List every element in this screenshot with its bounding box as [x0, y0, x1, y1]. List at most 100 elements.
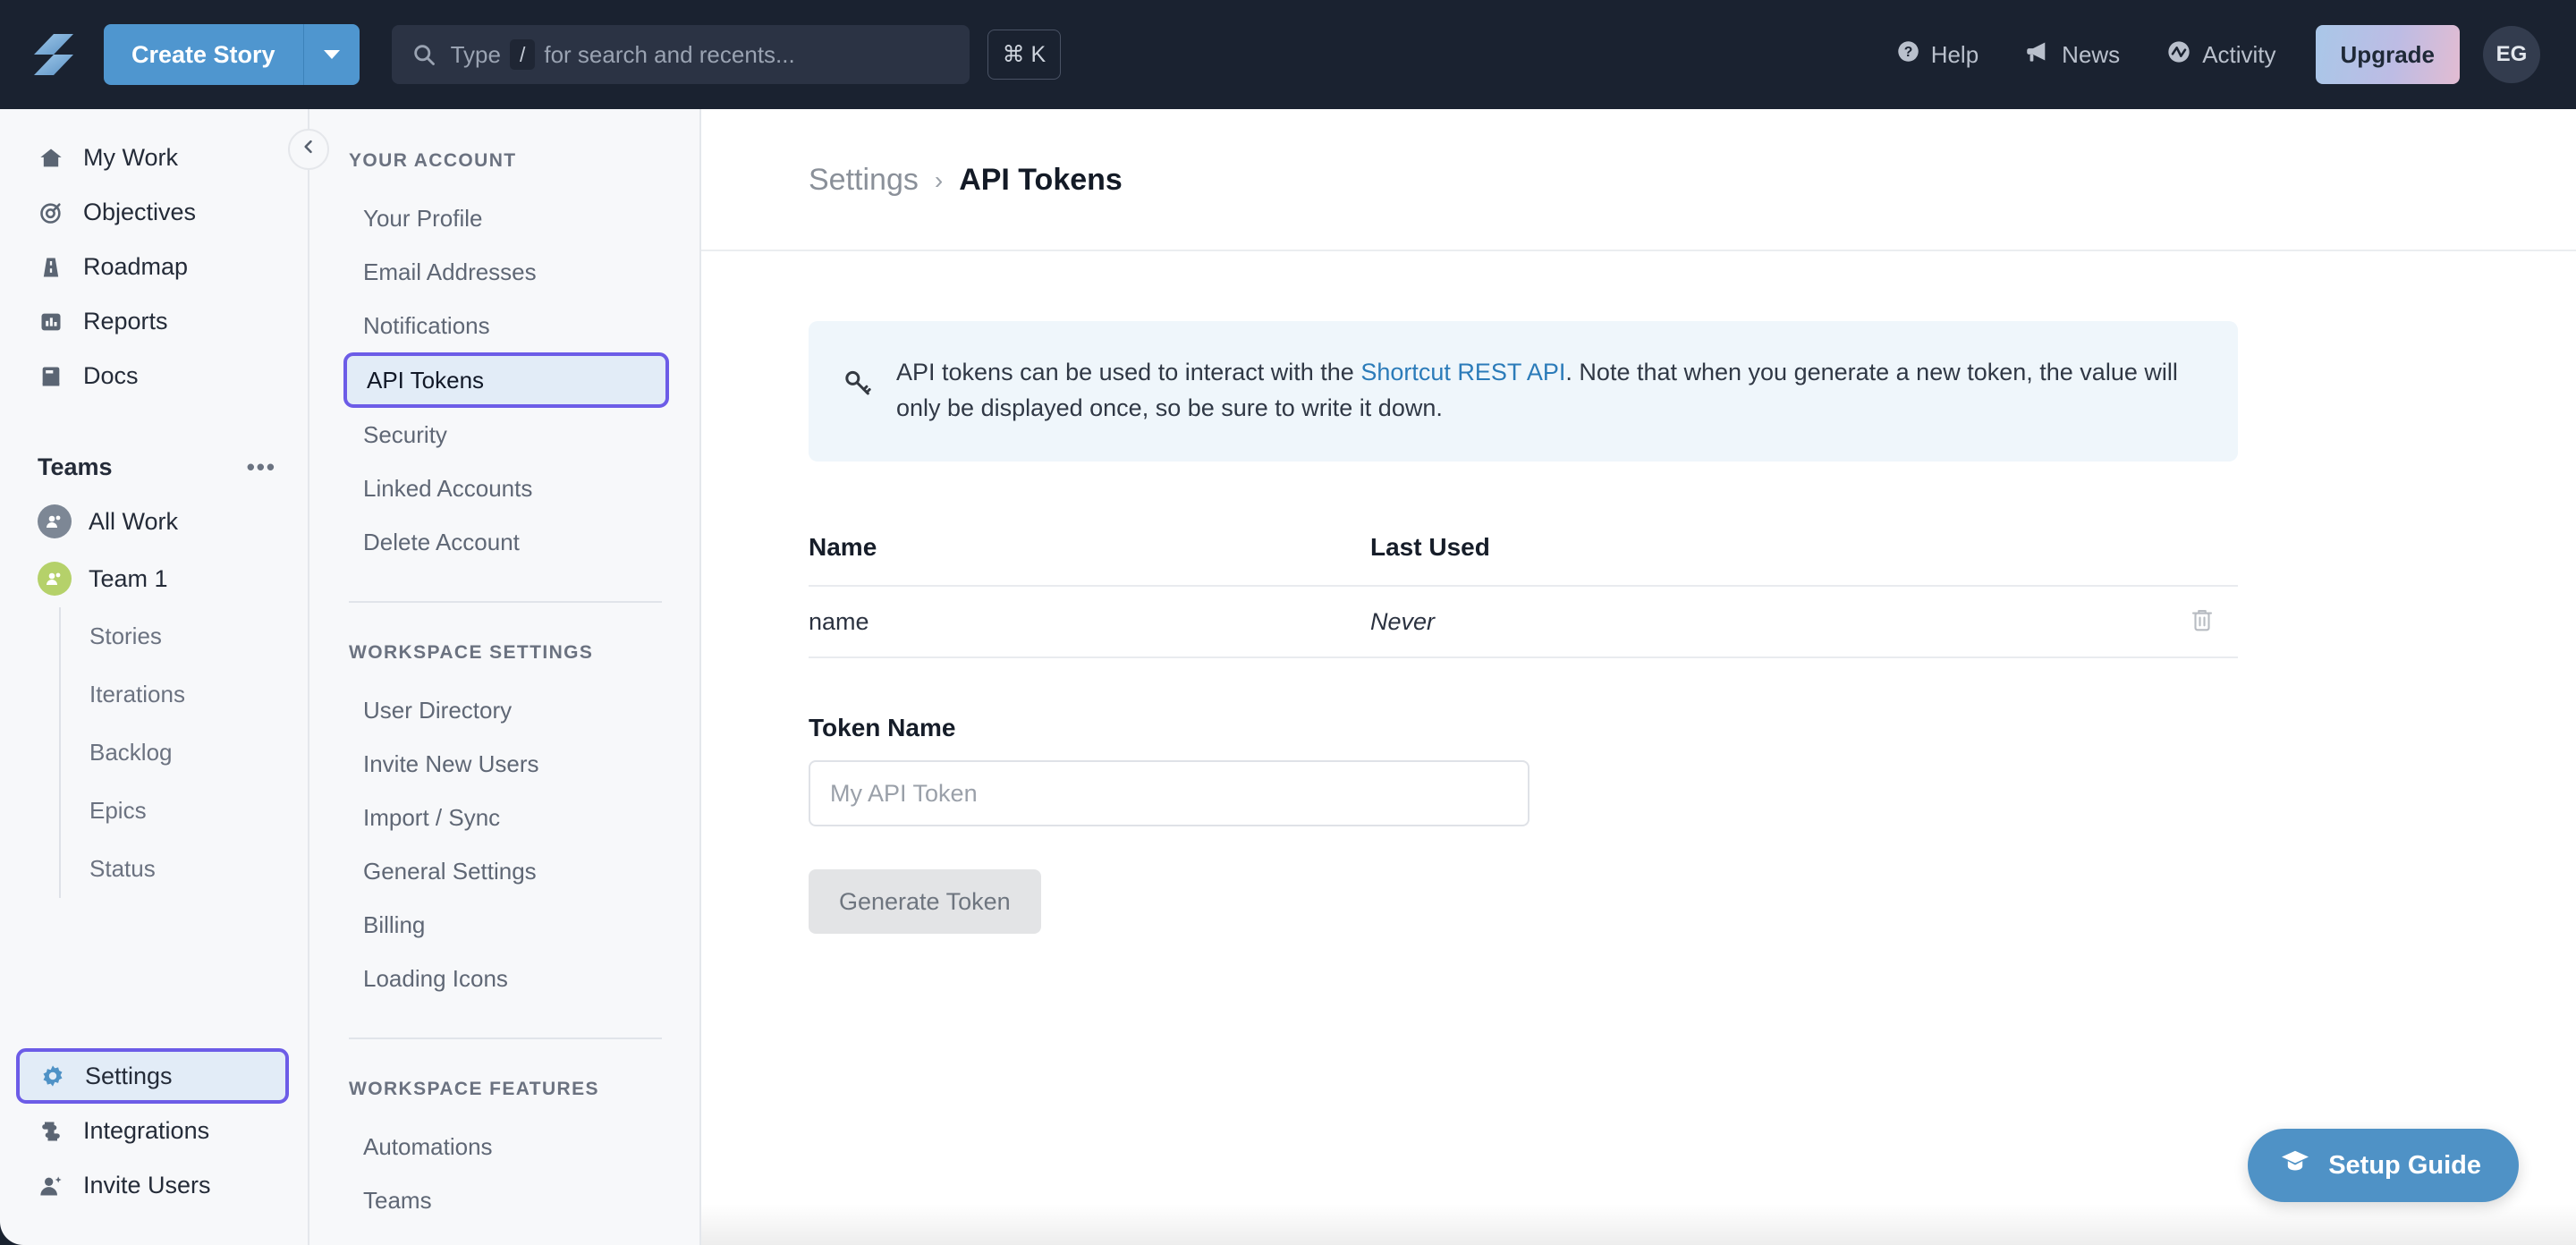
delete-token-button[interactable]: [2166, 606, 2238, 638]
upgrade-label: Upgrade: [2340, 40, 2435, 68]
settings-group-heading: WORKSPACE FEATURES: [349, 1079, 599, 1099]
upgrade-button[interactable]: Upgrade: [2315, 25, 2460, 84]
search-shortcut-badge[interactable]: ⌘ K: [987, 30, 1062, 80]
settings-item-invite-new-users[interactable]: Invite New Users: [309, 737, 701, 791]
sidebar-item-stories[interactable]: Stories: [61, 607, 309, 665]
sidebar-bottom-group: Settings Integrations Invite Users: [0, 1048, 309, 1213]
settings-item-labels[interactable]: Labels: [309, 1227, 701, 1245]
settings-group-heading: WORKSPACE SETTINGS: [349, 642, 594, 663]
sidebar-team-team-1[interactable]: Team 1: [0, 550, 309, 607]
activity-button[interactable]: Activity: [2143, 28, 2299, 81]
token-name-label: Token Name: [809, 714, 956, 742]
chevron-left-icon: [300, 137, 318, 162]
shortcut-logo-icon[interactable]: [30, 30, 77, 79]
create-story-label: Create Story: [131, 40, 275, 68]
teams-heading: Teams: [38, 453, 113, 480]
megaphone-icon: [2025, 39, 2051, 70]
help-circle-icon: ?: [1896, 39, 1920, 70]
generate-token-button[interactable]: Generate Token: [809, 869, 1041, 935]
search-placeholder: Type / for search and recents...: [451, 38, 795, 71]
info-banner-text: API tokens can be used to interact with …: [896, 355, 2199, 426]
sidebar-item-epics[interactable]: Epics: [61, 782, 309, 840]
target-icon: [38, 200, 64, 225]
main-content: Settings › API Tokens API tokens can be …: [701, 109, 2576, 1245]
search-suffix: for search and recents...: [544, 40, 795, 68]
banner-text-before: API tokens can be used to interact with …: [896, 359, 1361, 385]
sidebar-team-all-work[interactable]: All Work: [0, 493, 309, 550]
settings-item-billing[interactable]: Billing: [309, 898, 701, 952]
help-button[interactable]: ? Help: [1873, 28, 2002, 81]
search-input[interactable]: Type / for search and recents...: [391, 25, 970, 84]
sidebar-item-integrations[interactable]: Integrations: [0, 1104, 309, 1158]
settings-item-label: Automations: [363, 1132, 493, 1160]
sidebar-collapse-button[interactable]: [288, 129, 329, 170]
sidebar-item-label: Settings: [85, 1062, 173, 1089]
settings-item-label: Billing: [363, 910, 426, 938]
header-divider: [701, 250, 2576, 251]
sidebar-item-iterations[interactable]: Iterations: [61, 665, 309, 724]
team-avatar-icon: [38, 504, 72, 538]
create-story-dropdown-button[interactable]: [303, 24, 360, 85]
sidebar-item-invite-users[interactable]: Invite Users: [0, 1158, 309, 1213]
sidebar-item-docs[interactable]: Docs: [0, 349, 309, 403]
shortcut-rest-api-link[interactable]: Shortcut REST API: [1360, 359, 1565, 385]
person-add-icon: [38, 1173, 64, 1198]
settings-item-label: Your Profile: [363, 204, 483, 232]
settings-item-notifications[interactable]: Notifications: [309, 299, 701, 352]
breadcrumb-separator-icon: ›: [934, 165, 944, 194]
key-icon: [843, 355, 873, 402]
sidebar-item-objectives[interactable]: Objectives: [0, 185, 309, 240]
trash-icon: [2189, 606, 2216, 638]
settings-item-automations[interactable]: Automations: [309, 1120, 701, 1173]
settings-item-security[interactable]: Security: [309, 408, 701, 462]
avatar-initials: EG: [2496, 42, 2528, 66]
sidebar-item-backlog[interactable]: Backlog: [61, 724, 309, 782]
token-name-input[interactable]: [809, 760, 1530, 827]
sidebar-subitem-label: Iterations: [89, 681, 185, 707]
info-banner: API tokens can be used to interact with …: [809, 321, 2238, 462]
settings-nav: YOUR ACCOUNT Your Profile Email Addresse…: [309, 109, 701, 1245]
left-nav: My Work Objectives Roadmap Reports Docs …: [0, 109, 309, 1245]
sidebar-subitem-label: Stories: [89, 622, 162, 649]
sidebar-subitem-label: Epics: [89, 797, 147, 824]
road-icon: [38, 255, 64, 280]
sidebar-item-roadmap[interactable]: Roadmap: [0, 240, 309, 294]
settings-item-your-profile[interactable]: Your Profile: [309, 191, 701, 245]
setup-guide-button[interactable]: Setup Guide: [2248, 1129, 2519, 1202]
cell-last-used: Never: [1370, 607, 1436, 635]
settings-item-email-addresses[interactable]: Email Addresses: [309, 245, 701, 299]
sidebar-item-status[interactable]: Status: [61, 840, 309, 898]
settings-item-loading-icons[interactable]: Loading Icons: [309, 952, 701, 1005]
settings-item-import-sync[interactable]: Import / Sync: [309, 791, 701, 844]
avatar[interactable]: EG: [2483, 26, 2540, 83]
sidebar-item-label: Docs: [83, 362, 139, 389]
settings-item-label: Email Addresses: [363, 258, 537, 285]
settings-item-user-directory[interactable]: User Directory: [309, 683, 701, 737]
settings-item-teams[interactable]: Teams: [309, 1173, 701, 1227]
api-tokens-table: Name Last Used name Never: [809, 533, 2238, 659]
body: My Work Objectives Roadmap Reports Docs …: [0, 109, 2576, 1245]
settings-item-api-tokens[interactable]: API Tokens: [343, 352, 669, 408]
activity-pulse-icon: [2166, 39, 2191, 71]
create-story-button[interactable]: Create Story: [104, 24, 304, 85]
settings-item-label: Loading Icons: [363, 964, 508, 992]
gear-icon: [39, 1063, 66, 1088]
breadcrumb-parent[interactable]: Settings: [809, 163, 919, 198]
settings-item-label: Notifications: [363, 311, 490, 339]
settings-item-general-settings[interactable]: General Settings: [309, 844, 701, 898]
generate-token-form: Token Name Generate Token: [809, 714, 2469, 935]
sidebar-team-label: Team 1: [89, 564, 168, 592]
search-icon: [411, 42, 436, 67]
settings-item-delete-account[interactable]: Delete Account: [309, 515, 701, 569]
sidebar-item-settings[interactable]: Settings: [16, 1048, 289, 1104]
sidebar-item-my-work[interactable]: My Work: [0, 131, 309, 185]
news-button[interactable]: News: [2002, 28, 2143, 81]
search-slash-key: /: [509, 38, 536, 71]
sidebar-item-reports[interactable]: Reports: [0, 294, 309, 349]
svg-text:?: ?: [1903, 45, 1912, 60]
settings-item-linked-accounts[interactable]: Linked Accounts: [309, 462, 701, 515]
chevron-down-icon: [323, 50, 340, 59]
settings-item-label: Delete Account: [363, 528, 520, 555]
ellipsis-icon[interactable]: •••: [247, 453, 276, 481]
settings-item-label: API Tokens: [367, 366, 485, 394]
